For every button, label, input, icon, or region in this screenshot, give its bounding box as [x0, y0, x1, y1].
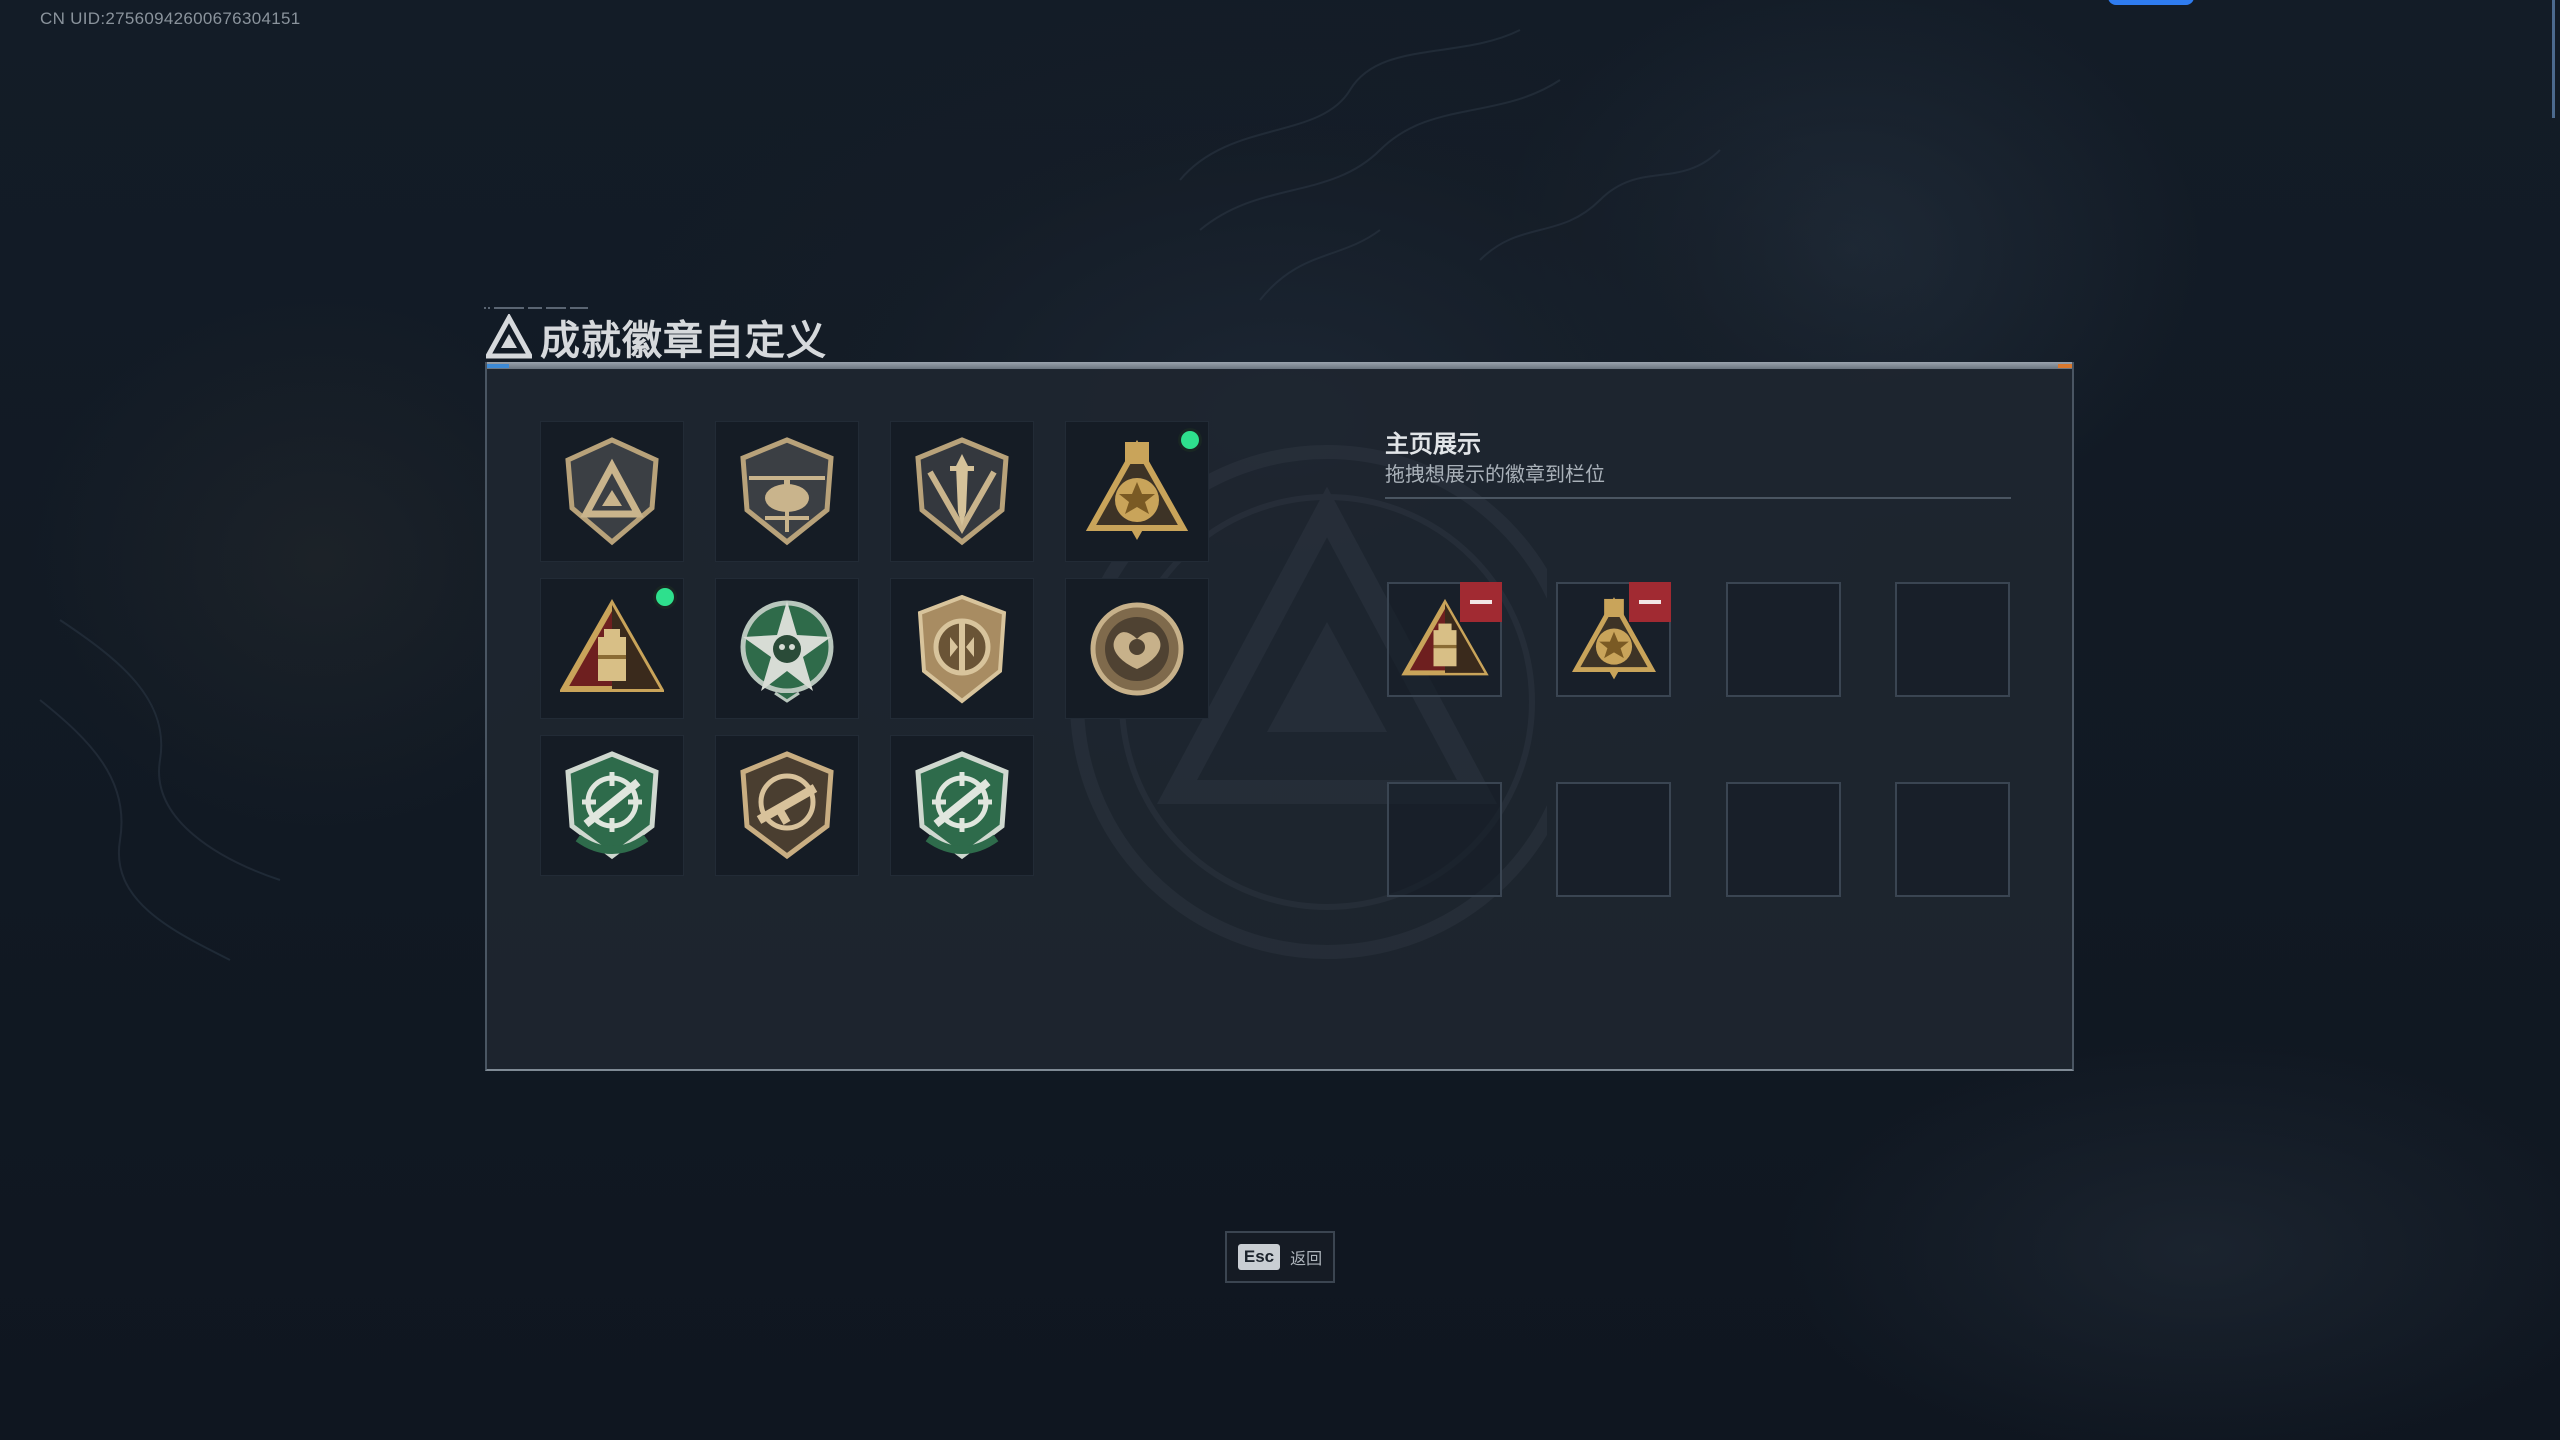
dialog-header: 成就徽章自定义	[486, 312, 827, 364]
badge-tile[interactable]	[1065, 421, 1209, 562]
user-uid: CN UID:27560942600676304151	[40, 9, 301, 28]
bronze-smg-badge-icon	[740, 750, 834, 859]
green-crosshair-rifle-badge-icon	[565, 750, 659, 859]
showcase-slot-empty[interactable]	[1895, 582, 2010, 697]
green-crosshair-rifle-badge-2-icon	[915, 750, 1009, 859]
badge-tile[interactable]	[540, 578, 684, 719]
delta-logo-icon	[486, 314, 532, 359]
new-indicator-dot	[1181, 431, 1199, 449]
badge-tile[interactable]	[540, 735, 684, 876]
back-label: 返回	[1290, 1249, 1323, 1268]
helicopter-badge-icon	[740, 436, 834, 545]
dialog-title: 成就徽章自定义	[540, 318, 827, 364]
badge-tile[interactable]	[890, 421, 1034, 562]
showcase-title: 主页展示	[1385, 430, 1481, 458]
badge-tile[interactable]	[540, 421, 684, 562]
minus-icon	[1639, 600, 1661, 604]
scrollbar[interactable]	[2552, 0, 2555, 118]
delta-shield-badge-icon	[565, 436, 659, 545]
bronze-emblem-badge-icon	[917, 594, 1007, 704]
showcase-slot-empty[interactable]	[1895, 782, 2010, 897]
top-highlight-tab[interactable]	[2108, 0, 2194, 5]
showcase-slot-empty[interactable]	[1556, 782, 1671, 897]
back-button[interactable]: Esc 返回	[1225, 1231, 1335, 1283]
panel-top-border	[487, 362, 2072, 369]
badge-tile[interactable]	[715, 578, 859, 719]
badge-tile[interactable]	[890, 578, 1034, 719]
badge-tile[interactable]	[1065, 578, 1209, 719]
badge-customize-panel	[485, 362, 2074, 1071]
showcase-slot[interactable]	[1387, 582, 1502, 697]
divider	[1385, 497, 2011, 499]
badge-tile[interactable]	[715, 421, 859, 562]
gold-star-pyramid-badge-icon	[1085, 439, 1189, 540]
showcase-slot-empty[interactable]	[1726, 582, 1841, 697]
minus-icon	[1470, 600, 1492, 604]
green-skull-star-badge-icon	[740, 600, 834, 703]
badge-tile[interactable]	[715, 735, 859, 876]
esc-key-hint: Esc	[1237, 1244, 1281, 1270]
showcase-slot-empty[interactable]	[1726, 782, 1841, 897]
badge-tile[interactable]	[890, 735, 1034, 876]
remove-badge-button[interactable]	[1629, 582, 1671, 622]
remove-badge-button[interactable]	[1460, 582, 1502, 622]
round-bronze-emblem-badge-icon	[1090, 602, 1184, 695]
gold-red-pyramid-badge-icon	[560, 598, 664, 692]
dagger-shield-badge-icon	[915, 436, 1009, 545]
showcase-subtitle: 拖拽想展示的徽章到栏位	[1385, 462, 1605, 486]
new-indicator-dot	[656, 588, 674, 606]
showcase-slot[interactable]	[1556, 582, 1671, 697]
showcase-slot-empty[interactable]	[1387, 782, 1502, 897]
